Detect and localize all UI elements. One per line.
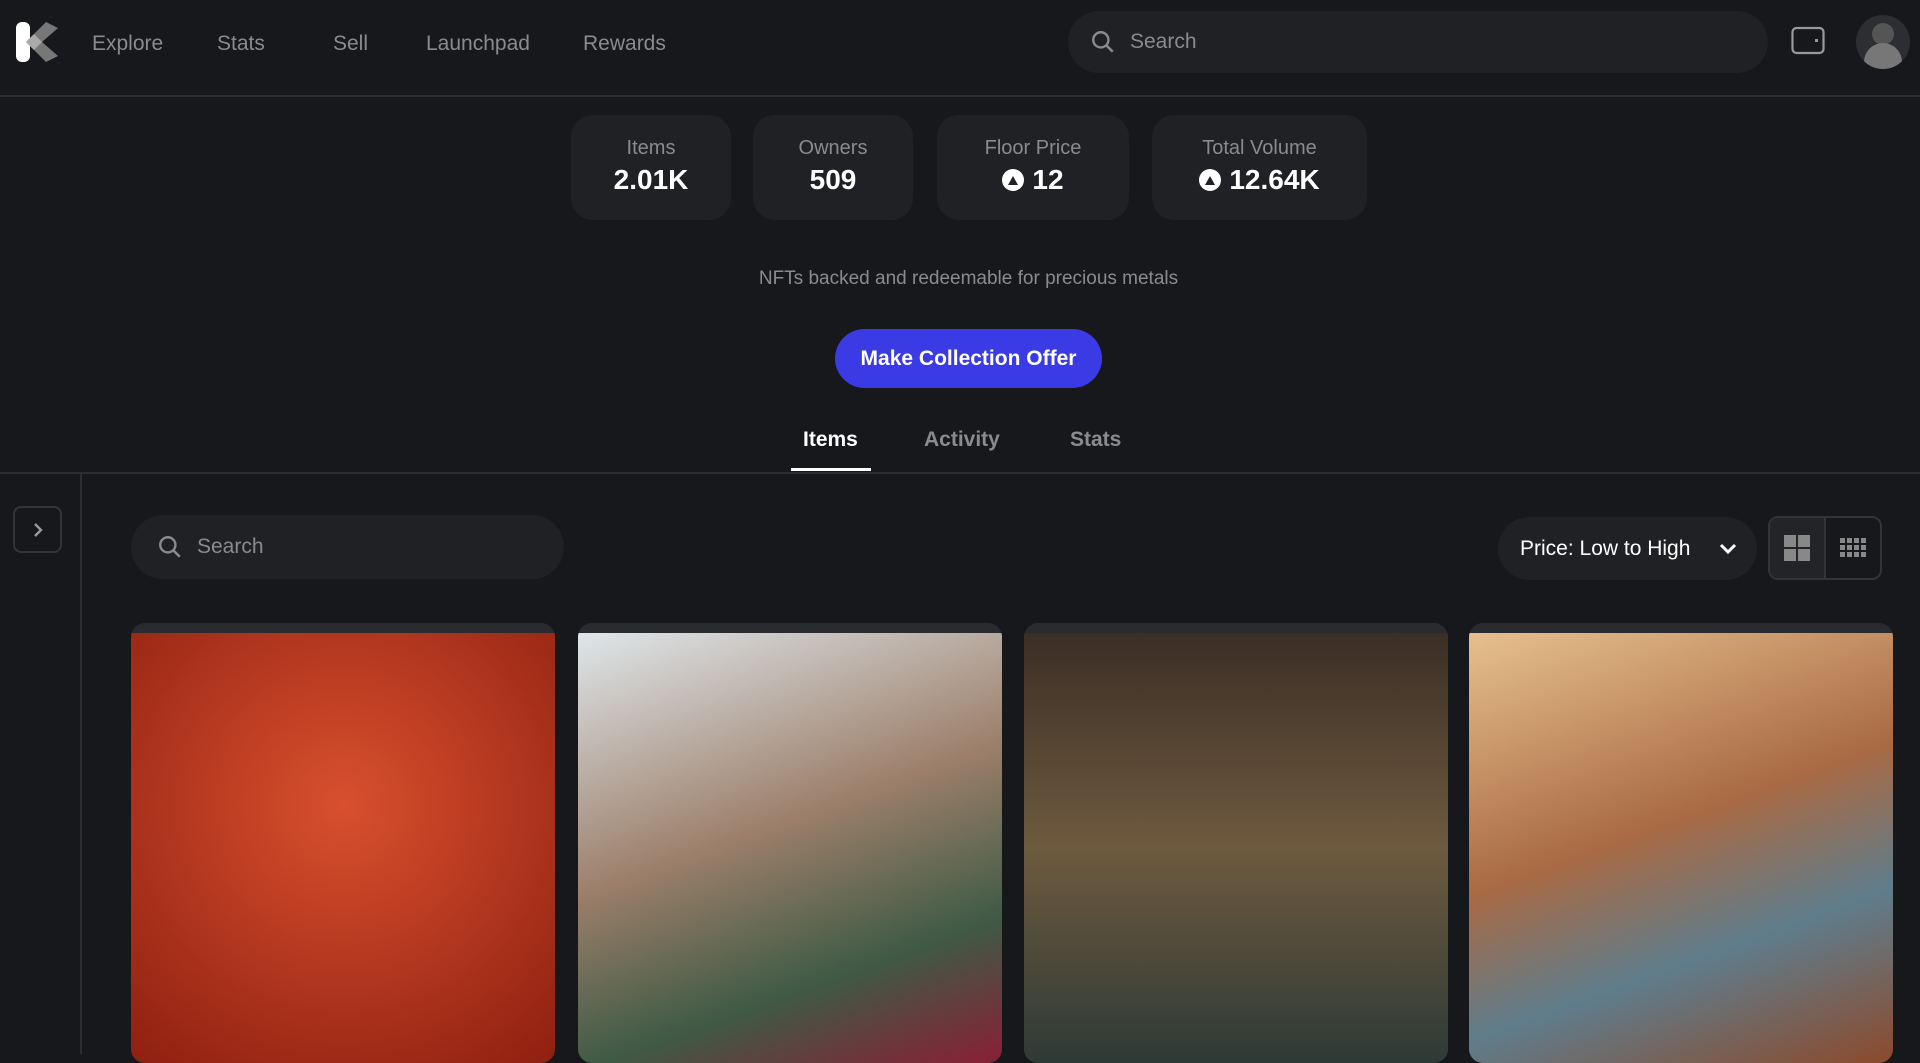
stat-label: Total Volume (1202, 137, 1317, 159)
large-grid-view-button[interactable] (1770, 518, 1826, 578)
sort-dropdown[interactable]: Price: Low to High (1498, 517, 1757, 580)
stat-label: Floor Price (984, 137, 1082, 159)
nft-card[interactable] (131, 623, 555, 1063)
nft-image (1469, 633, 1893, 1063)
nft-card[interactable] (1024, 623, 1448, 1063)
stat-label: Owners (798, 137, 868, 159)
view-toggle (1768, 516, 1882, 580)
search-placeholder: Search (197, 535, 264, 558)
grid-small-icon (1839, 538, 1866, 557)
active-tab-indicator (791, 468, 871, 471)
chevron-right-icon (33, 522, 43, 537)
make-collection-offer-button[interactable]: Make Collection Offer (835, 329, 1102, 388)
chevron-down-icon (1719, 543, 1737, 554)
logo[interactable] (16, 20, 60, 64)
tab-stats[interactable]: Stats (1070, 428, 1121, 452)
stat-items: Items 2.01K (571, 115, 731, 220)
wallet-icon[interactable] (1791, 25, 1825, 60)
grid-large-icon (1784, 535, 1810, 561)
search-icon (1092, 31, 1114, 53)
avax-icon (1002, 169, 1025, 191)
stat-label: Items (626, 137, 676, 159)
stat-value: 12 (1032, 164, 1064, 195)
nft-image (578, 633, 1002, 1063)
stat-total-volume: Total Volume 12.64K (1152, 115, 1367, 220)
small-grid-view-button[interactable] (1826, 518, 1880, 578)
tab-items[interactable]: Items (803, 428, 858, 452)
sidebar-toggle-button[interactable] (13, 506, 62, 553)
collection-description: NFTs backed and redeemable for precious … (758, 268, 1179, 289)
search-placeholder: Search (1130, 30, 1197, 53)
global-search-input[interactable]: Search (1068, 11, 1768, 73)
top-nav: Explore Stats Sell Launchpad Rewards Sea… (0, 0, 1920, 97)
nft-image (1024, 633, 1448, 1063)
avatar[interactable] (1856, 15, 1910, 69)
divider (0, 472, 1920, 474)
stat-value: 509 (809, 164, 857, 195)
nft-card[interactable] (578, 623, 1002, 1063)
nav-explore[interactable]: Explore (92, 32, 163, 56)
stat-floor-price: Floor Price 12 (937, 115, 1129, 220)
items-search-input[interactable]: Search (131, 515, 564, 579)
nav-sell[interactable]: Sell (333, 32, 368, 56)
stat-value: 2.01K (613, 164, 689, 195)
nav-stats[interactable]: Stats (217, 32, 265, 56)
search-icon (159, 536, 181, 558)
nft-image (131, 633, 555, 1063)
tab-activity[interactable]: Activity (924, 428, 1000, 452)
nav-rewards[interactable]: Rewards (583, 32, 666, 56)
nft-card[interactable] (1469, 623, 1893, 1063)
sort-value: Price: Low to High (1520, 536, 1691, 560)
nav-launchpad[interactable]: Launchpad (426, 32, 530, 56)
avax-icon (1199, 169, 1222, 191)
stat-value: 12.64K (1229, 164, 1320, 195)
sidebar-divider (80, 474, 82, 1054)
stat-owners: Owners 509 (753, 115, 913, 220)
